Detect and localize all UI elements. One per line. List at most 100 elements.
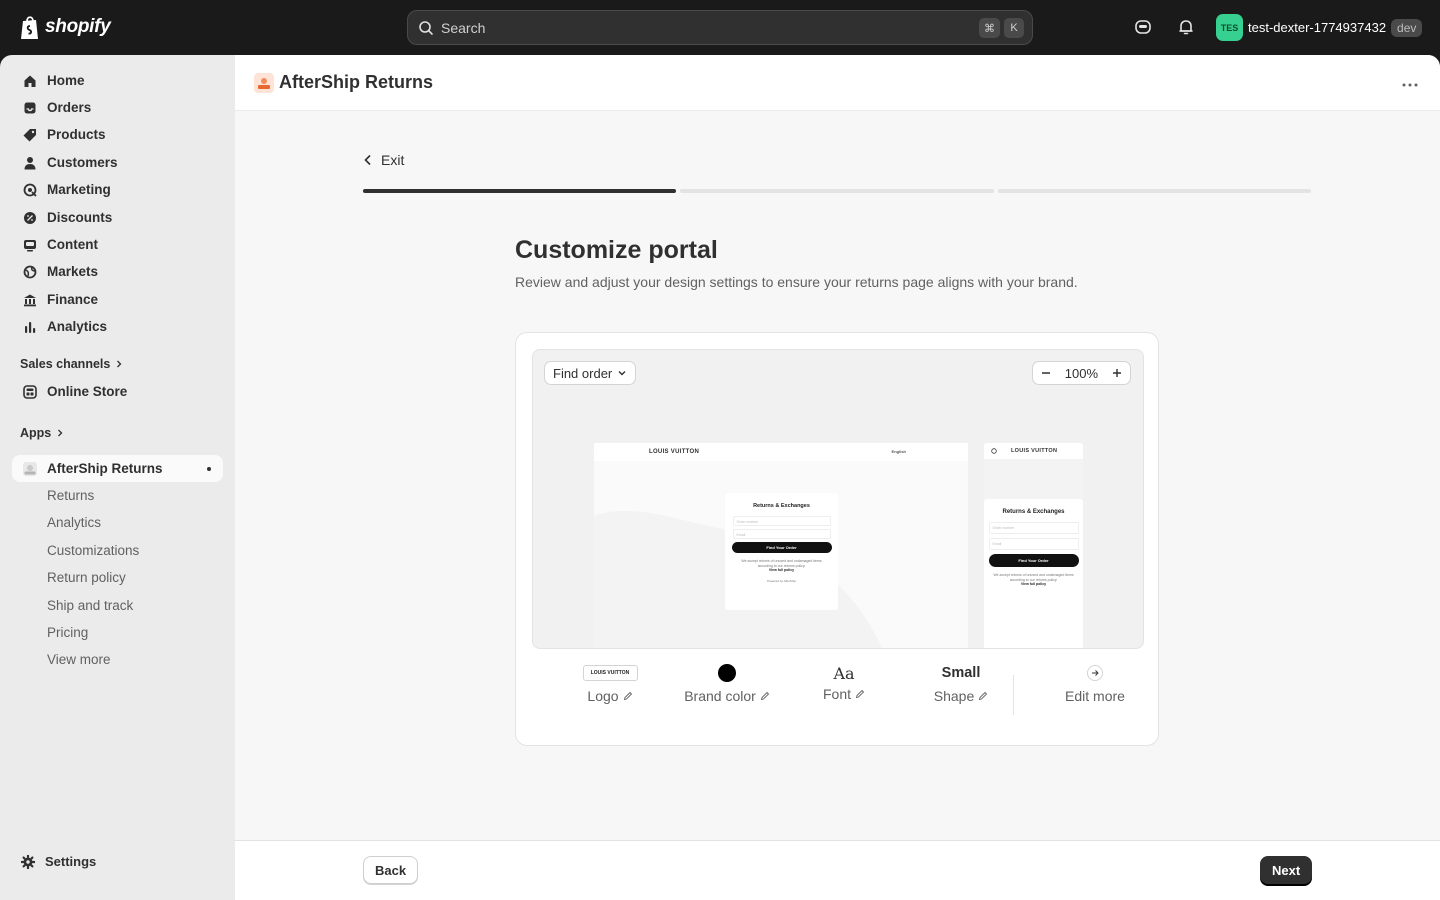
sidebar-item-discounts[interactable]: Discounts [12,204,223,231]
mobile-preview-header: LOUIS VUITTON [984,443,1083,459]
sidebar-subitem-pricing[interactable]: Pricing [47,625,88,640]
sidebar-item-home[interactable]: Home [12,67,223,94]
sidebar-subitem-return-policy[interactable]: Return policy [47,570,126,585]
desktop-preview-brand: LOUIS VUITTON [649,449,700,455]
sidebar-item-label: Home [47,73,85,88]
progress-step-2 [680,189,994,193]
plus-icon [1113,368,1121,377]
shopify-wordmark: shopify [45,16,111,37]
top-bar: shopify Search ⌘ K TES test-dexter-17749… [0,0,1440,55]
mobile-preview-form: Returns & Exchanges Order number Email F… [984,499,1083,648]
sidebar-subitem-returns[interactable]: Returns [47,488,94,503]
apps-label: Apps [20,426,52,440]
target-icon [23,183,37,197]
portal-preview-card: Find order 100% LOUIS VUITTON English Re… [515,332,1159,746]
desktop-preview-header: LOUIS VUITTON English [594,443,968,461]
mobile-preview-policy-text: We accept returns of unused and undamage… [993,573,1074,582]
sidebar-subitem-view-more[interactable]: View more [47,652,111,667]
bank-icon [24,294,36,306]
chevron-left-icon [364,154,371,166]
sidebar-item-aftership-returns[interactable]: AfterShip Returns [12,455,223,482]
portal-preview: Find order 100% LOUIS VUITTON English Re… [532,349,1144,649]
shape-value: Small [941,665,981,681]
sidebar-item-label: Online Store [47,384,128,399]
store-switcher[interactable]: TES test-dexter-1774937432 dev [1216,14,1423,41]
bar-chart-icon [25,321,36,333]
sidebar-subitem-analytics[interactable]: Analytics [47,515,101,530]
font-preview: Aa [833,663,855,683]
mobile-preview-brand: LOUIS VUITTON [1011,448,1058,454]
sidebar-item-online-store[interactable]: Online Store [12,378,223,405]
sidebar-item-analytics[interactable]: Analytics [12,313,223,340]
logo-preview-chip: LOUIS VUITTON [582,665,638,681]
sales-channels-header[interactable]: Sales channels [20,357,124,371]
shopify-bag-icon [21,16,38,39]
search-input[interactable]: Search ⌘ K [407,10,1033,45]
sidebar-item-finance[interactable]: Finance [12,286,223,313]
sidebar-item-products[interactable]: Products [12,121,223,148]
progress-step-3 [997,189,1311,193]
apps-header[interactable]: Apps [20,426,65,440]
mobile-preview-email-input: Email [988,538,1079,550]
chevron-down-icon [618,371,626,376]
sidebar-item-label: Discounts [47,210,113,225]
design-settings-toolbar: LOUIS VUITTON Logo Brand color Aa Font S… [532,653,1144,723]
wizard-title: Customize portal [515,236,718,264]
active-dot [207,467,211,471]
sidebar-item-marketing[interactable]: Marketing [12,176,223,203]
globe-icon [23,265,37,278]
search-shortcut: ⌘ K [979,18,1024,38]
sidebar-item-label: Markets [47,264,99,279]
sidebar-item-label: Finance [47,292,99,307]
wizard-footer: Back Next [235,840,1440,900]
sidebar-item-settings[interactable]: Settings [10,848,221,875]
more-actions-button[interactable] [1402,75,1418,90]
mobile-preview-policy-link: View full policy [1020,582,1047,587]
sidebar-item-label: Products [47,127,106,142]
desktop-preview-powered: Powered by AfterShip [767,578,796,583]
sidebar-subitem-ship-and-track[interactable]: Ship and track [47,598,133,613]
sidekick-button[interactable] [1133,17,1153,37]
edit-more-label: Edit more [1065,688,1125,704]
bell-icon [1179,20,1193,35]
sidebar-item-customers[interactable]: Customers [12,149,223,176]
zoom-level: 100% [1064,365,1098,381]
desktop-preview-button: Find Your Order [731,542,832,553]
shopify-logo[interactable]: shopify [19,14,111,40]
notifications-button[interactable] [1176,17,1196,37]
aftership-logo-icon [254,72,274,93]
mobile-preview-button: Find Your Order [988,554,1079,567]
pencil-icon [623,691,632,701]
image-icon [24,239,36,251]
mobile-preview: LOUIS VUITTON Returns & Exchanges Order … [984,443,1083,648]
sidebar-item-content[interactable]: Content [12,231,223,258]
page-select-dropdown[interactable]: Find order [544,361,637,385]
sidebar-item-orders[interactable]: Orders [12,94,223,121]
app-header: AfterShip Returns [235,55,1440,111]
mobile-preview-order-input: Order number [988,522,1079,534]
zoom-in-button[interactable] [1112,366,1122,381]
desktop-preview-email-input: Email [732,529,831,539]
shape-setting[interactable]: Small Shape [901,653,1021,723]
edit-more-button[interactable]: Edit more [1035,653,1155,723]
font-setting[interactable]: Aa Font [784,653,904,723]
sidebar-item-label: Orders [47,100,92,115]
discount-icon [24,211,36,224]
sidebar-item-markets[interactable]: Markets [12,258,223,285]
pencil-icon [979,691,988,701]
brand-color-setting[interactable]: Brand color [667,653,787,723]
zoom-out-button[interactable] [1041,366,1051,381]
exit-link[interactable]: Exit [363,152,404,168]
gear-icon [21,854,35,869]
sidebar-subitem-customizations[interactable]: Customizations [47,543,139,558]
next-button[interactable]: Next [1260,856,1313,884]
wizard-description: Review and adjust your design settings t… [515,274,1078,290]
font-setting-label: Font [822,686,851,702]
back-button[interactable]: Back [363,856,419,884]
desktop-preview-form: Returns & Exchanges Order number Email F… [725,493,838,610]
store-name: test-dexter-1774937432 [1248,20,1387,35]
progress-step-1 [363,189,677,193]
logo-setting[interactable]: LOUIS VUITTON Logo [550,653,670,723]
desktop-preview-policy-link: View full policy [768,568,795,573]
wizard-content: Exit Customize portal Review and adjust … [235,111,1440,840]
